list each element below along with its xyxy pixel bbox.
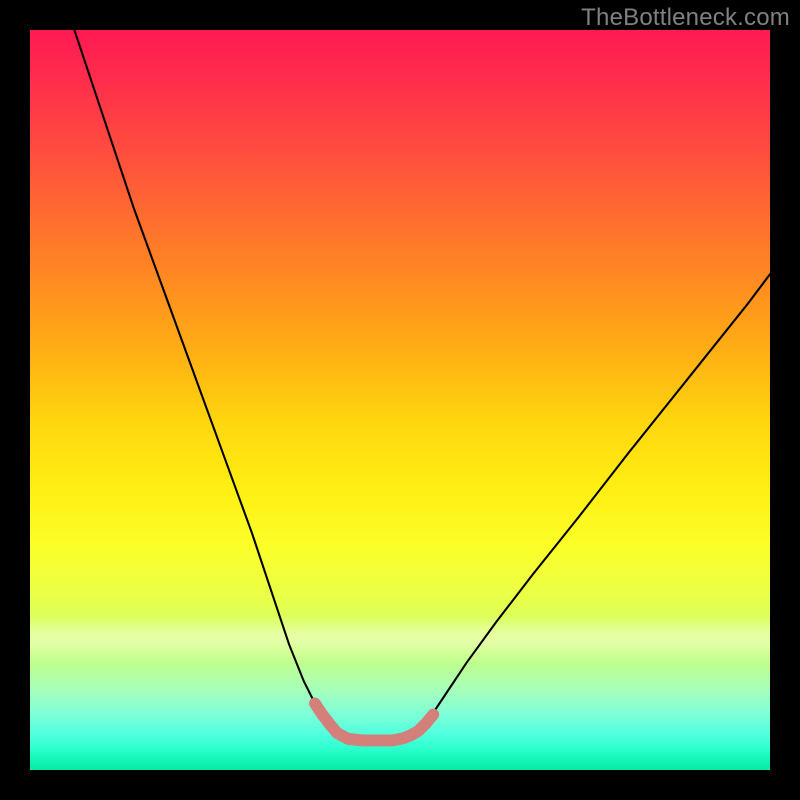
plot-area: [30, 30, 770, 770]
attribution-label: TheBottleneck.com: [581, 4, 790, 32]
chart-frame: TheBottleneck.com: [0, 0, 800, 800]
curve-layer: [30, 30, 770, 770]
main-curve: [74, 30, 770, 740]
bottom-highlight: [315, 703, 433, 740]
